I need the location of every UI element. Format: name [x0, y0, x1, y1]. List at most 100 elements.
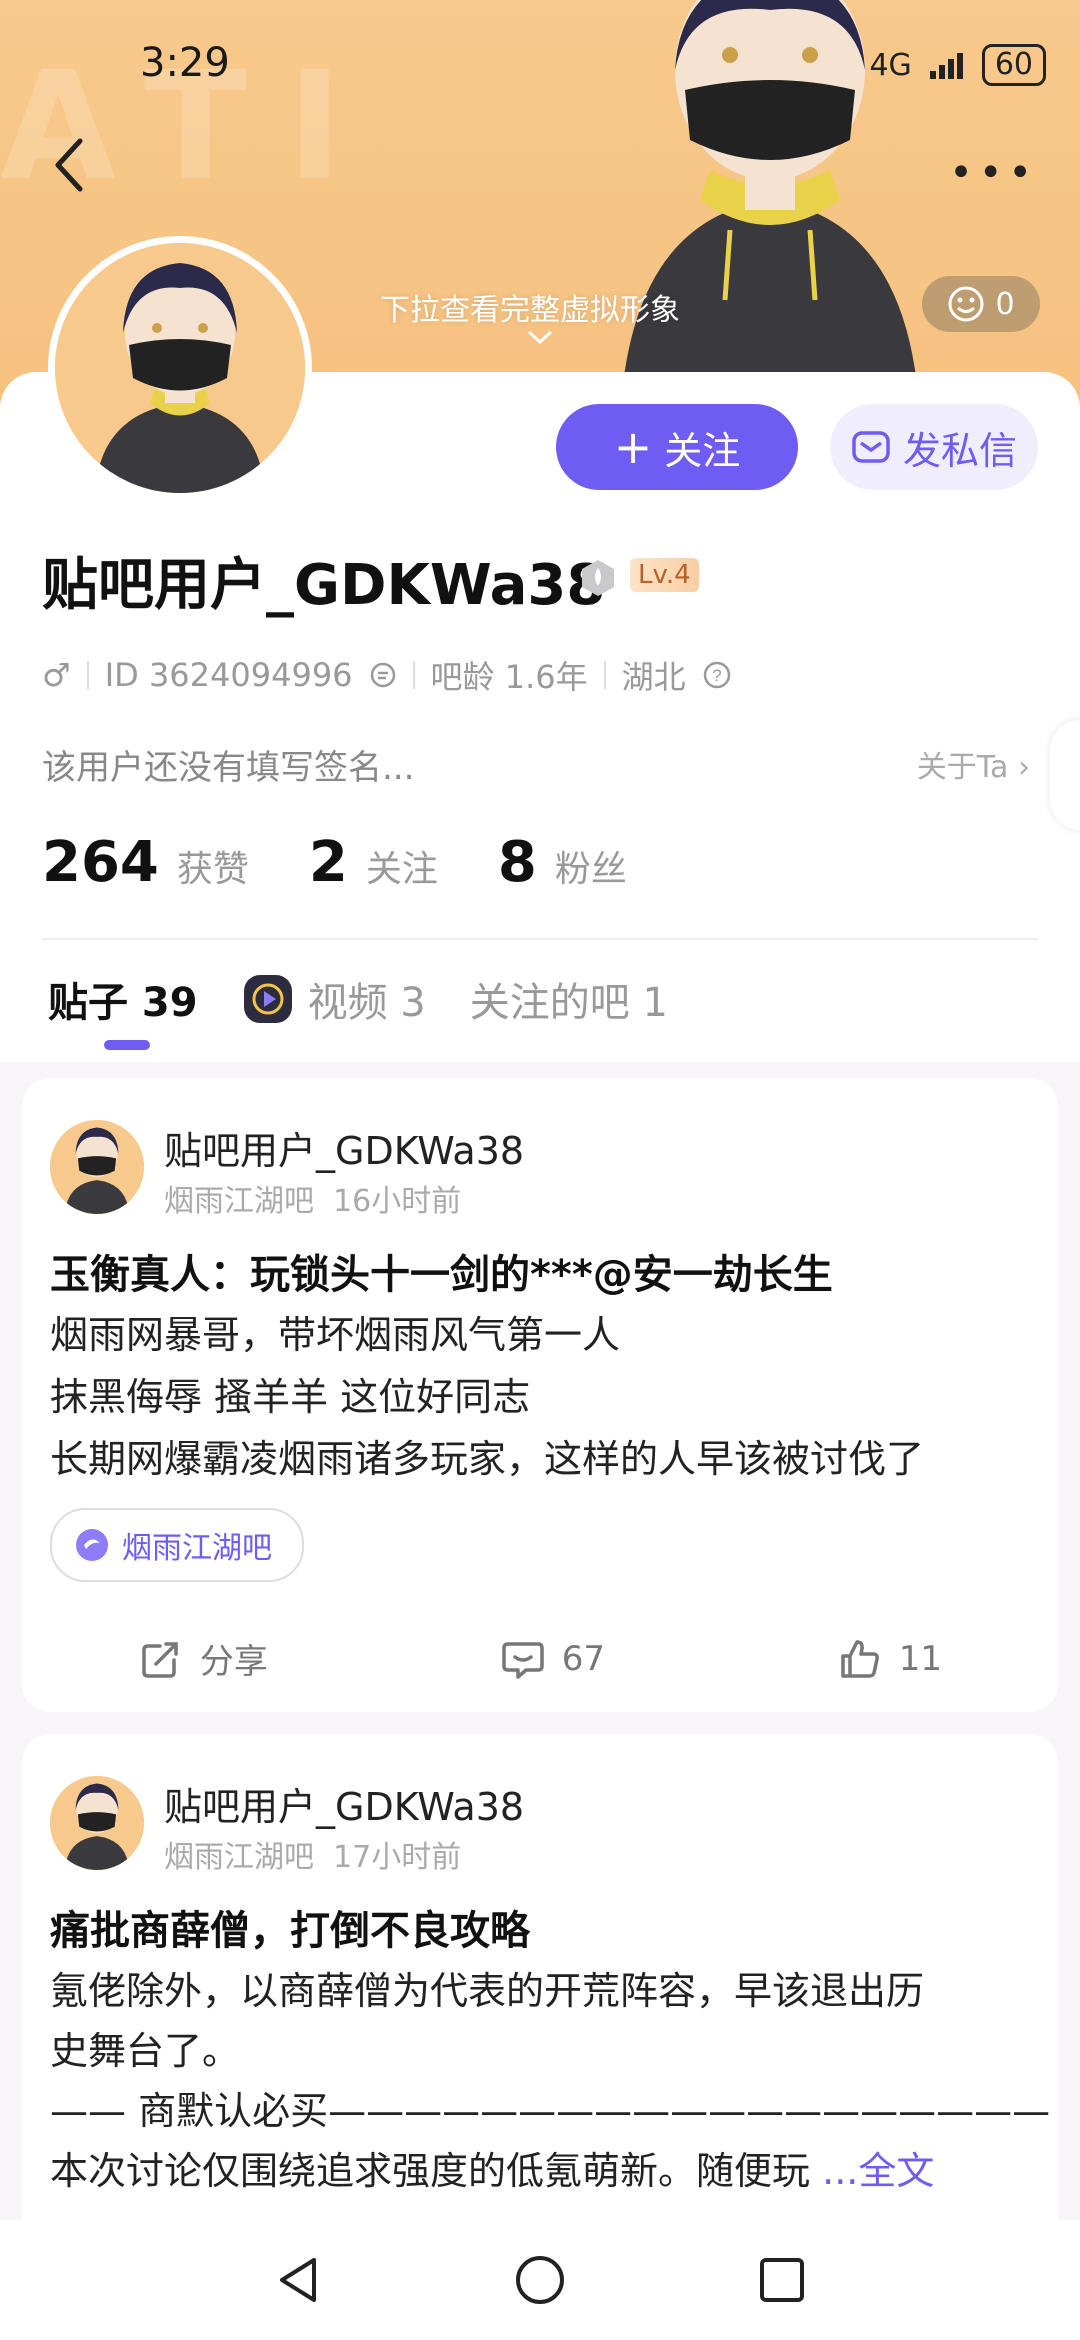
about-link-label: 关于Ta — [916, 750, 1009, 785]
side-floating-widget[interactable] — [1050, 720, 1080, 830]
divider — [412, 661, 415, 689]
location: 湖北 — [621, 658, 686, 696]
profile-meta-row: ♂ ID 3624094996 吧龄 1.6年 湖北 ? — [42, 652, 732, 698]
stat-number: 8 — [497, 830, 537, 895]
post-meta: 烟雨江湖吧 16小时前 — [164, 1176, 461, 1220]
comment-count: 67 — [561, 1638, 605, 1679]
gender-icon: ♂ — [42, 656, 71, 694]
like-button[interactable]: 11 — [837, 1634, 942, 1683]
user-id: ID 3624094996 — [104, 656, 353, 694]
stat-following[interactable]: 2 关注 — [309, 830, 438, 895]
tab-videos[interactable]: 视频 3 — [242, 970, 426, 1028]
tab-label: 视频 3 — [307, 980, 426, 1026]
post-body-line: 本次讨论仅围绕追求强度的低氪萌新。随便玩 ...全文 — [50, 2140, 934, 2195]
member-badge-icon[interactable] — [578, 558, 618, 598]
nav-back-icon[interactable] — [272, 2254, 324, 2306]
status-time: 3:29 — [140, 40, 230, 86]
status-icons: 4G 60 — [869, 44, 1046, 86]
follow-label: 关注 — [664, 428, 741, 473]
profile-stats: 264 获赞 2 关注 8 粉丝 — [42, 830, 627, 895]
stat-fans[interactable]: 8 粉丝 — [498, 830, 627, 895]
post-body-line: 氪佬除外，以商薛僧为代表的开荒阵容，早该退出历 — [50, 1969, 925, 2013]
post-body-line: 长期网爆霸凌烟雨诸多玩家，这样的人早该被讨伐了 — [50, 1437, 925, 1481]
section-divider — [42, 938, 1038, 940]
signature-text: 该用户还没有填写签名... — [42, 748, 415, 788]
post-forum[interactable]: 烟雨江湖吧 — [164, 1184, 314, 1219]
divider — [603, 661, 606, 689]
avatar-like-count: 0 — [995, 286, 1015, 322]
smile-icon — [948, 286, 984, 322]
forum-chip[interactable]: 烟雨江湖吧 — [50, 1508, 304, 1582]
battery-icon: 60 — [981, 44, 1046, 86]
pull-hint-text: 下拉查看完整虚拟形象 — [380, 293, 680, 328]
forum-chip-label: 烟雨江湖吧 — [122, 1531, 272, 1566]
plus-icon: + — [613, 420, 653, 474]
share-button[interactable]: 分享 — [138, 1634, 268, 1683]
avatar-image — [50, 1776, 144, 1870]
back-arrow-icon[interactable] — [50, 135, 90, 195]
stat-label: 获赞 — [176, 849, 249, 890]
divider — [86, 661, 89, 689]
post-body-line: 史舞台了。 — [50, 2029, 241, 2073]
envelope-icon — [852, 431, 890, 463]
post-meta: 烟雨江湖吧 17小时前 — [164, 1832, 461, 1876]
like-count: 11 — [898, 1638, 943, 1679]
comment-icon — [501, 1641, 544, 1679]
system-nav-bar — [0, 2220, 1080, 2340]
nav-recents-icon[interactable] — [756, 2254, 808, 2306]
signal-icon — [929, 53, 963, 79]
username: 贴吧用户_GDKWa38 — [42, 553, 606, 618]
stat-number: 264 — [42, 830, 159, 895]
post-body-line: —— 商默认必买——————————————————— — [50, 2089, 1051, 2133]
active-tab-indicator — [104, 1040, 150, 1050]
avatar[interactable] — [48, 236, 312, 500]
post-actions: 分享 67 11 — [22, 1634, 1058, 1683]
post-body-text: 本次讨论仅围绕追求强度的低氪萌新。随便玩 — [50, 2149, 811, 2193]
stat-label: 粉丝 — [554, 849, 627, 890]
bar-age: 吧龄 1.6年 — [430, 658, 588, 696]
avatar-like-button[interactable]: 0 — [922, 276, 1040, 332]
direct-message-button[interactable]: 发私信 — [830, 404, 1038, 490]
tab-label: 贴子 39 — [48, 980, 198, 1026]
about-link[interactable]: 关于Ta › — [917, 742, 1030, 786]
post-body-line: 烟雨网暴哥，带坏烟雨风气第一人 — [50, 1313, 621, 1357]
share-icon — [142, 1641, 178, 1678]
network-label: 4G — [869, 47, 912, 83]
post-title: 玉衡真人：玩锁头十一剑的***@安一劫长生 — [50, 1252, 833, 1298]
post-time: 17小时前 — [333, 1840, 462, 1875]
forum-logo-icon — [76, 1529, 108, 1561]
dm-label: 发私信 — [902, 428, 1017, 473]
avatar[interactable] — [50, 1776, 144, 1870]
tab-posts[interactable]: 贴子 39 — [48, 970, 198, 1028]
svg-text:?: ? — [712, 666, 721, 685]
post-time: 16小时前 — [333, 1184, 462, 1219]
comment-button[interactable]: 67 — [500, 1634, 605, 1683]
more-options-icon[interactable]: ••• — [949, 150, 1038, 196]
profile-tabs: 贴子 39 视频 3 关注的吧 1 — [48, 970, 668, 1028]
stat-likes[interactable]: 264 获赞 — [42, 830, 249, 895]
post-forum[interactable]: 烟雨江湖吧 — [164, 1840, 314, 1875]
post-author[interactable]: 贴吧用户_GDKWa38 — [164, 1120, 524, 1175]
post-card[interactable]: 贴吧用户_GDKWa38 烟雨江湖吧 16小时前 玉衡真人：玩锁头十一剑的***… — [22, 1078, 1058, 1712]
avatar[interactable] — [50, 1120, 144, 1214]
tab-followed-forums[interactable]: 关注的吧 1 — [470, 970, 668, 1028]
tab-label: 关注的吧 1 — [469, 980, 668, 1026]
follow-button[interactable]: + 关注 — [556, 404, 798, 490]
stat-label: 关注 — [365, 849, 438, 890]
stat-number: 2 — [308, 830, 348, 895]
post-author[interactable]: 贴吧用户_GDKWa38 — [164, 1776, 524, 1831]
post-card[interactable]: 贴吧用户_GDKWa38 烟雨江湖吧 17小时前 痛批商薛僧，打倒不良攻略 氪佬… — [22, 1734, 1058, 2254]
video-play-icon — [243, 975, 292, 1023]
thumbs-up-icon — [841, 1639, 879, 1678]
chevron-right-icon: › — [1018, 750, 1030, 785]
read-full-link[interactable]: ...全文 — [822, 2149, 934, 2193]
post-title: 痛批商薛僧，打倒不良攻略 — [50, 1908, 530, 1954]
post-body-line: 抹黑侮辱 搔羊羊 这位好同志 — [50, 1375, 531, 1419]
copy-icon[interactable] — [369, 661, 397, 689]
help-icon[interactable]: ? — [702, 660, 732, 690]
avatar-image — [50, 1120, 144, 1214]
share-label: 分享 — [199, 1642, 268, 1682]
level-badge[interactable]: Lv.4 — [630, 558, 699, 592]
nav-home-icon[interactable] — [514, 2254, 566, 2306]
chevron-down-icon — [527, 330, 553, 345]
